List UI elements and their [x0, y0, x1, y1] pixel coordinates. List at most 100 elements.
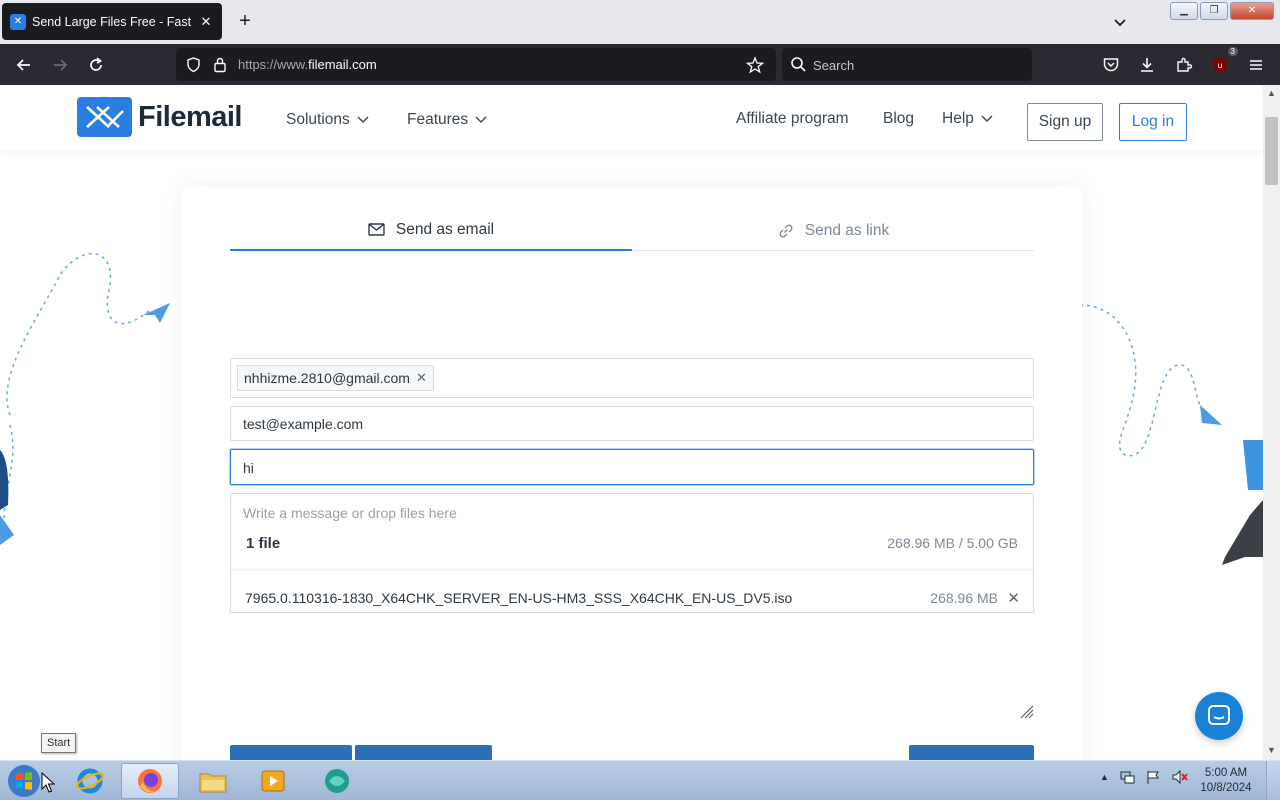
forward-button[interactable]: [47, 52, 73, 78]
add-folder-button[interactable]: [355, 745, 492, 760]
arrow-left-icon: [16, 59, 30, 71]
nav-solutions-label: Solutions: [286, 111, 350, 128]
send-form-card: Send as email Send as link nhhizme.2810@…: [182, 187, 1082, 760]
recipient-chip: nhhizme.2810@gmail.com ✕: [237, 365, 434, 391]
downloads-button[interactable]: [1134, 52, 1160, 78]
arrow-right-icon: [54, 59, 68, 71]
recipient-email-field[interactable]: nhhizme.2810@gmail.com ✕: [230, 358, 1034, 398]
tab-send-as-link[interactable]: Send as link: [632, 211, 1034, 251]
scrollbar-thumb[interactable]: [1265, 117, 1278, 185]
pocket-icon: [1103, 58, 1119, 72]
reload-icon: [90, 57, 102, 71]
nav-affiliate[interactable]: Affiliate program: [736, 110, 849, 128]
firefox-icon: [138, 769, 162, 793]
sender-email-field[interactable]: test@example.com: [230, 406, 1034, 441]
search-placeholder: Search: [813, 58, 855, 73]
file-name: 7965.0.110316-1830_X64CHK_SERVER_EN-US-H…: [245, 590, 793, 606]
chat-widget-button[interactable]: [1195, 692, 1243, 740]
file-list-item: 7965.0.110316-1830_X64CHK_SERVER_EN-US-H…: [230, 590, 1034, 616]
decorative-paper-plane-right: [1080, 304, 1263, 565]
download-icon: [1141, 58, 1153, 72]
app-menu-button[interactable]: [1243, 52, 1269, 78]
taskbar-media-player[interactable]: [244, 763, 302, 799]
url-prefix: https://www.: [238, 57, 309, 72]
address-bar[interactable]: https://www.filemail.com: [176, 48, 776, 81]
show-desktop-button[interactable]: [1266, 761, 1280, 800]
add-files-button[interactable]: [230, 745, 352, 760]
hamburger-menu-icon: [1250, 60, 1262, 70]
taskbar-internet-explorer[interactable]: [61, 763, 119, 799]
pocket-button[interactable]: [1098, 52, 1124, 78]
filemail-logo-icon: [77, 97, 132, 137]
clock-time: 5:00 AM: [1204, 767, 1248, 779]
nav-blog-label: Blog: [883, 110, 915, 127]
filemail-logo[interactable]: Filemail: [77, 97, 243, 137]
tab-send-as-link-label: Send as link: [804, 222, 890, 239]
windows-taskbar: ▲ 5:00 AM 10/8/2024: [0, 760, 1280, 800]
subject-field[interactable]: hi: [230, 449, 1034, 485]
restore-button[interactable]: ❐: [1200, 2, 1228, 20]
window-controls: ▁ ❐ ✕: [1170, 2, 1274, 20]
back-button[interactable]: [11, 52, 37, 78]
system-clock[interactable]: 5:00 AM 10/8/2024: [1196, 766, 1256, 796]
folder-icon: [199, 773, 227, 793]
nav-blog[interactable]: Blog: [883, 110, 914, 128]
nav-features[interactable]: Features: [407, 111, 488, 129]
extension-badge: 3: [1227, 47, 1238, 56]
envelope-icon: [368, 223, 385, 236]
taskbar-firefox[interactable]: [121, 763, 179, 799]
scroll-down-icon[interactable]: ▼: [1267, 745, 1276, 755]
list-all-tabs-button[interactable]: [1110, 12, 1130, 32]
filemail-favicon-icon: ✕: [10, 13, 26, 30]
taskbar-file-explorer[interactable]: [184, 763, 242, 799]
recipient-chip-label: nhhizme.2810@gmail.com: [244, 370, 410, 386]
browser-tab-strip: ✕ Send Large Files Free - Fast Secure ✕ …: [0, 0, 1280, 44]
nav-solutions[interactable]: Solutions: [286, 111, 370, 129]
sign-up-button[interactable]: Sign up: [1027, 103, 1103, 141]
new-tab-button[interactable]: +: [234, 10, 256, 32]
send-button[interactable]: [909, 745, 1034, 760]
lock-icon[interactable]: [212, 56, 228, 73]
browser-tab-active[interactable]: ✕ Send Large Files Free - Fast Secure ✕: [2, 3, 222, 40]
svg-text:u: u: [1217, 61, 1222, 70]
extensions-button[interactable]: [1171, 52, 1197, 78]
taskbar-app[interactable]: [308, 763, 366, 799]
brand-name: Filemail: [138, 100, 243, 133]
search-icon: [791, 57, 806, 72]
chevron-down-icon: [981, 115, 993, 122]
remove-file-icon[interactable]: ✕: [1007, 589, 1020, 607]
chevron-down-icon: [357, 116, 369, 123]
resize-handle-icon[interactable]: [1018, 703, 1034, 719]
browser-toolbar: https://www.filemail.com Search u 3: [0, 44, 1280, 85]
page-scrollbar[interactable]: ▲ ▼: [1263, 85, 1280, 760]
tab-send-as-email[interactable]: Send as email: [230, 211, 632, 251]
log-in-button[interactable]: Log in: [1119, 103, 1187, 141]
network-icon[interactable]: [1119, 769, 1135, 785]
nav-help[interactable]: Help: [942, 110, 994, 128]
window-close-button[interactable]: ✕: [1230, 2, 1274, 20]
tab-title: Send Large Files Free - Fast Secure: [32, 14, 194, 29]
start-tooltip: Start: [41, 733, 77, 753]
search-bar[interactable]: Search: [782, 48, 1032, 81]
minimize-button[interactable]: ▁: [1170, 2, 1198, 20]
files-summary: 1 file 268.96 MB / 5.00 GB: [230, 523, 1034, 570]
subject-value: hi: [243, 460, 254, 476]
site-header: Filemail Solutions Features Affiliate pr…: [0, 85, 1263, 151]
bookmark-star-icon[interactable]: [746, 56, 764, 74]
ublock-extension-button[interactable]: u 3: [1207, 47, 1238, 78]
remove-recipient-icon[interactable]: ✕: [416, 370, 427, 386]
decorative-paper-plane-left: [0, 252, 170, 545]
tab-close-icon[interactable]: ✕: [198, 14, 214, 30]
clock-date: 10/8/2024: [1200, 782, 1252, 794]
reload-button[interactable]: [83, 52, 109, 78]
volume-muted-icon[interactable]: [1171, 769, 1189, 785]
windows-logo-icon: [8, 765, 40, 797]
action-center-flag-icon[interactable]: [1145, 769, 1161, 785]
show-hidden-icons-icon[interactable]: ▲: [1100, 772, 1109, 782]
sender-email-value: test@example.com: [243, 416, 364, 432]
scroll-up-icon[interactable]: ▲: [1267, 88, 1276, 98]
internet-explorer-icon: [76, 768, 104, 794]
tab-send-as-email-label: Send as email: [395, 221, 495, 238]
file-size: 268.96 MB: [930, 590, 998, 606]
shield-icon[interactable]: [185, 56, 202, 73]
